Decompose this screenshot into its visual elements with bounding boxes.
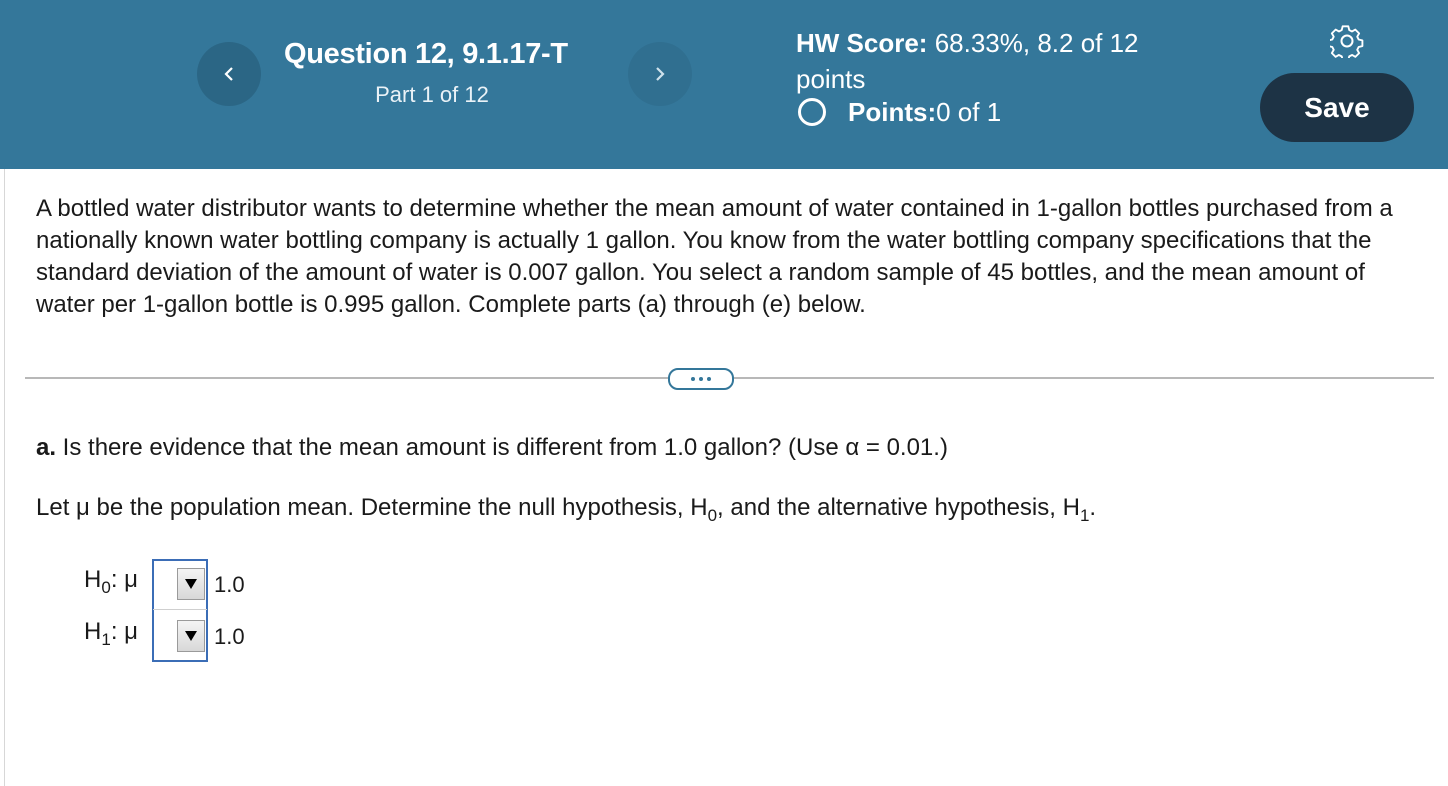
part-indicator: Part 1 of 12 bbox=[375, 82, 489, 107]
question-title: Question 12, 9.1.17-T bbox=[284, 38, 568, 70]
mu-symbol: : μ bbox=[110, 566, 138, 593]
dot-icon bbox=[699, 377, 703, 381]
alternative-hypothesis-value: 1.0 bbox=[214, 624, 245, 649]
gear-icon[interactable] bbox=[1330, 24, 1364, 58]
chevron-left-icon bbox=[224, 67, 233, 81]
null-hypothesis-row: H0: μ bbox=[84, 566, 152, 598]
dot-icon bbox=[707, 377, 711, 381]
h-letter: H bbox=[84, 566, 102, 593]
select-separator bbox=[153, 609, 207, 610]
instruction-sub-1: 1 bbox=[1079, 505, 1090, 525]
dropdown-arrow-icon bbox=[185, 631, 197, 641]
next-question-button[interactable] bbox=[628, 42, 692, 106]
part-a-question: a. Is there evidence that the mean amoun… bbox=[36, 434, 948, 462]
instruction-text-2: , and the alternative hypothesis, H bbox=[717, 494, 1080, 521]
dot-icon bbox=[691, 377, 695, 381]
instruction-sub-0: 0 bbox=[707, 505, 718, 525]
null-hypothesis-label: H0: μ bbox=[84, 566, 152, 598]
part-a-label: a. bbox=[36, 434, 57, 461]
mu-symbol: : μ bbox=[110, 618, 138, 645]
hw-score: HW Score: 68.33%, 8.2 of 12 points bbox=[796, 25, 1196, 97]
points-label: Points: bbox=[848, 96, 937, 127]
h-letter: H bbox=[84, 618, 102, 645]
points-status: Points: 0 of 1 bbox=[796, 94, 1001, 130]
chevron-right-icon bbox=[656, 67, 665, 81]
hypothesis-instruction: Let μ be the population mean. Determine … bbox=[36, 494, 1096, 526]
left-border bbox=[4, 169, 5, 786]
incomplete-circle-icon bbox=[798, 98, 826, 126]
alternative-hypothesis-row: H1: μ bbox=[84, 618, 152, 650]
expand-more-button[interactable] bbox=[668, 368, 734, 390]
points-value: 0 of 1 bbox=[936, 96, 1002, 127]
part-a-text: Is there evidence that the mean amount i… bbox=[56, 434, 948, 461]
instruction-text-3: . bbox=[1089, 494, 1097, 521]
hw-score-label: HW Score: bbox=[796, 28, 928, 58]
previous-question-button[interactable] bbox=[197, 42, 261, 106]
dropdown-arrow-icon bbox=[185, 579, 197, 589]
null-operator-dropdown[interactable] bbox=[177, 568, 205, 600]
save-button[interactable]: Save bbox=[1260, 73, 1414, 142]
question-header: Question 12, 9.1.17-T Part 1 of 12 HW Sc… bbox=[0, 0, 1448, 169]
problem-statement: A bottled water distributor wants to det… bbox=[36, 195, 1393, 318]
instruction-text: Let μ be the population mean. Determine … bbox=[36, 494, 708, 521]
null-hypothesis-value: 1.0 bbox=[214, 572, 245, 597]
alternative-operator-dropdown[interactable] bbox=[177, 620, 205, 652]
alternative-hypothesis-label: H1: μ bbox=[84, 618, 152, 650]
h-subscript: 0 bbox=[101, 577, 111, 597]
h-subscript: 1 bbox=[101, 629, 111, 649]
